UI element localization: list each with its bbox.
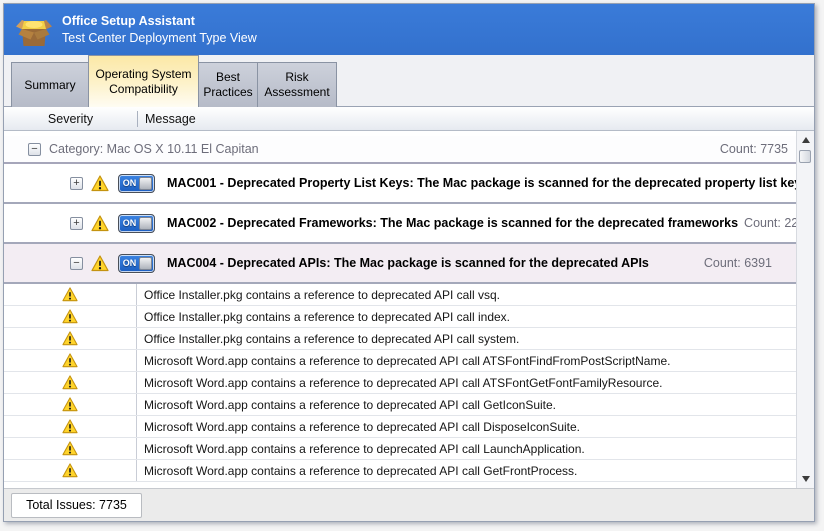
app-title: Office Setup Assistant (62, 14, 257, 28)
warning-icon (62, 397, 78, 412)
issue-severity-cell (4, 372, 137, 393)
issue-severity-cell (4, 394, 137, 415)
rule-count: Count: 6391 (698, 256, 796, 270)
scroll-up-icon (802, 137, 810, 143)
issue-message: Office Installer.pkg contains a referenc… (137, 306, 510, 327)
issue-row[interactable]: Microsoft Word.app contains a reference … (4, 438, 796, 460)
category-row[interactable]: − Category: Mac OS X 10.11 El Capitan Co… (4, 136, 796, 164)
issue-row[interactable]: Microsoft Word.app contains a reference … (4, 416, 796, 438)
results-grid-wrap: − Category: Mac OS X 10.11 El Capitan Co… (4, 131, 814, 488)
status-bar: Total Issues: 7735 (4, 488, 814, 521)
rule-toggle-switch[interactable]: ON (118, 174, 155, 193)
app-subtitle: Test Center Deployment Type View (62, 31, 257, 45)
toggle-knob (139, 217, 152, 230)
rule-title: MAC001 - Deprecated Property List Keys: … (167, 176, 796, 190)
issue-severity-cell (4, 416, 137, 437)
issue-message: Microsoft Word.app contains a reference … (137, 438, 585, 459)
rule-row-mac004[interactable]: − ON MAC004 - Deprecated APIs: The Mac p… (4, 244, 796, 284)
package-box-icon (15, 13, 53, 47)
warning-icon (62, 419, 78, 434)
issue-message: Microsoft Word.app contains a reference … (137, 460, 577, 481)
tab-summary[interactable]: Summary (11, 62, 89, 107)
warning-icon (62, 375, 78, 390)
tab-strip: Summary Operating System Compatibility B… (4, 55, 814, 107)
total-issues-badge: Total Issues: 7735 (11, 493, 142, 518)
column-header-message[interactable]: Message (138, 112, 196, 126)
issue-severity-cell (4, 328, 137, 349)
issue-message: Microsoft Word.app contains a reference … (137, 372, 662, 393)
title-block: Office Setup Assistant Test Center Deplo… (62, 14, 257, 45)
issue-row[interactable]: Microsoft Word.app contains a reference … (4, 394, 796, 416)
expand-expander-icon[interactable]: + (70, 217, 83, 230)
issue-row[interactable]: Microsoft Word.app contains a reference … (4, 350, 796, 372)
issue-message: Microsoft Word.app contains a reference … (137, 394, 556, 415)
app-window: Office Setup Assistant Test Center Deplo… (3, 3, 815, 522)
tab-operating-system-compatibility[interactable]: Operating System Compatibility (88, 55, 199, 107)
rule-title: MAC004 - Deprecated APIs: The Mac packag… (167, 256, 649, 270)
warning-icon (62, 287, 78, 302)
warning-icon (91, 175, 109, 192)
warning-icon (62, 309, 78, 324)
toggle-on-label: ON (119, 215, 140, 232)
issue-severity-cell (4, 284, 137, 305)
scrollbar-thumb[interactable] (799, 150, 811, 163)
issue-row[interactable]: Office Installer.pkg contains a referenc… (4, 306, 796, 328)
rule-row-mac002[interactable]: + ON MAC002 - Deprecated Frameworks: The… (4, 204, 796, 244)
toggle-knob (139, 177, 152, 190)
warning-icon (62, 353, 78, 368)
issue-severity-cell (4, 438, 137, 459)
desktop-background: Office Setup Assistant Test Center Deplo… (0, 0, 824, 531)
rule-title: MAC002 - Deprecated Frameworks: The Mac … (167, 216, 738, 230)
issue-row[interactable]: Microsoft Word.app contains a reference … (4, 372, 796, 394)
rule-toggle-switch[interactable]: ON (118, 254, 155, 273)
warning-icon (62, 463, 78, 478)
collapse-expander-icon[interactable]: − (28, 143, 41, 156)
rule-toggle-switch[interactable]: ON (118, 214, 155, 233)
issue-message: Microsoft Word.app contains a reference … (137, 416, 580, 437)
toggle-on-label: ON (119, 175, 140, 192)
category-count: Count: 7735 (720, 142, 796, 156)
issue-row[interactable]: Office Installer.pkg contains a referenc… (4, 284, 796, 306)
column-header-row: Severity Message (4, 107, 814, 131)
toggle-knob (139, 257, 152, 270)
scroll-up-button[interactable] (797, 132, 814, 148)
column-header-severity[interactable]: Severity (4, 112, 137, 126)
warning-icon (62, 441, 78, 456)
scroll-down-button[interactable] (797, 471, 814, 487)
title-bar: Office Setup Assistant Test Center Deplo… (4, 4, 814, 55)
issue-message: Office Installer.pkg contains a referenc… (137, 328, 519, 349)
scroll-down-icon (802, 476, 810, 482)
toggle-on-label: ON (119, 255, 140, 272)
warning-icon (62, 331, 78, 346)
category-label: Category: Mac OS X 10.11 El Capitan (49, 142, 259, 156)
warning-icon (91, 255, 109, 272)
total-issues-label: Total Issues: 7735 (26, 498, 127, 512)
vertical-scrollbar[interactable] (796, 131, 814, 488)
rule-count: Count: 22 (738, 216, 796, 230)
collapse-expander-icon[interactable]: − (70, 257, 83, 270)
issue-message: Microsoft Word.app contains a reference … (137, 350, 670, 371)
expand-expander-icon[interactable]: + (70, 177, 83, 190)
rule-row-mac001[interactable]: + ON MAC001 - Deprecated Property List K… (4, 164, 796, 204)
issue-severity-cell (4, 306, 137, 327)
results-grid: − Category: Mac OS X 10.11 El Capitan Co… (4, 131, 796, 488)
tab-best-practices[interactable]: Best Practices (198, 62, 258, 107)
issue-message: Office Installer.pkg contains a referenc… (137, 284, 500, 305)
issue-row[interactable]: Microsoft Word.app contains a reference … (4, 460, 796, 482)
issue-severity-cell (4, 350, 137, 371)
issue-row[interactable]: Office Installer.pkg contains a referenc… (4, 328, 796, 350)
tab-risk-assessment[interactable]: Risk Assessment (257, 62, 337, 107)
warning-icon (91, 215, 109, 232)
issue-severity-cell (4, 460, 137, 481)
